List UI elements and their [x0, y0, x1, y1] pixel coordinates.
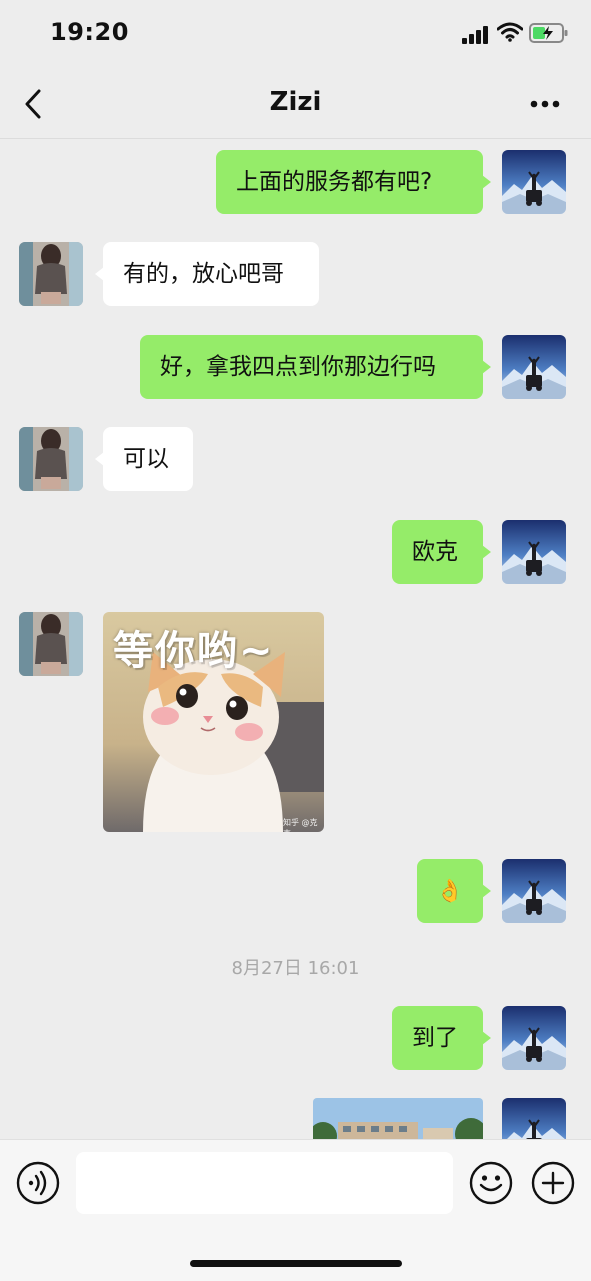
home-indicator[interactable] — [190, 1260, 402, 1267]
outgoing-message-bubble[interactable]: 上面的服务都有吧? — [216, 150, 491, 214]
outgoing-message-bubble[interactable]: 到了 — [392, 1006, 491, 1070]
photo-image — [313, 1098, 483, 1139]
contact-avatar[interactable] — [19, 242, 83, 306]
chat-title: Zizi — [269, 87, 322, 117]
my-avatar[interactable] — [502, 859, 566, 923]
battery-charging-icon — [529, 23, 568, 43]
message-input[interactable] — [76, 1152, 453, 1214]
message-text: 上面的服务都有吧? — [236, 169, 433, 195]
status-time: 19:20 — [50, 18, 129, 46]
sent-photo[interactable] — [313, 1098, 483, 1139]
message-text: 欧克 — [412, 539, 458, 565]
sticker-caption: 等你哟~ — [113, 628, 275, 674]
sticker-watermark: 知乎 @克克 — [283, 818, 318, 832]
ok-hand-emoji: 👌 — [436, 879, 464, 904]
message-text: 到了 — [412, 1025, 458, 1051]
cat-sticker[interactable]: 等你哟~ 知乎 @克克 — [103, 612, 324, 832]
incoming-message-bubble[interactable]: 有的，放心吧哥 — [95, 242, 319, 306]
more-options-icon[interactable] — [530, 100, 560, 108]
my-avatar[interactable] — [502, 520, 566, 584]
chat-header: Zizi — [0, 68, 591, 139]
cellular-signal-icon — [462, 26, 488, 44]
my-avatar[interactable] — [502, 335, 566, 399]
message-text: 有的，放心吧哥 — [123, 261, 284, 287]
outgoing-message-bubble[interactable]: 欧克 — [392, 520, 491, 584]
status-bar: 19:20 — [0, 0, 591, 68]
message-text: 好，拿我四点到你那边行吗 — [160, 354, 436, 380]
outgoing-message-bubble[interactable]: 👌 — [417, 859, 491, 923]
outgoing-message-bubble[interactable]: 好，拿我四点到你那边行吗 — [140, 335, 491, 399]
message-list[interactable]: 上面的服务都有吧? 有的，放心吧哥 好，拿我四点到你那边行吗 可以 欧克 等你哟… — [0, 139, 591, 1139]
chat-timestamp: 8月27日 16:01 — [231, 958, 360, 979]
my-avatar[interactable] — [502, 150, 566, 214]
incoming-message-bubble[interactable]: 可以 — [95, 427, 193, 491]
contact-avatar[interactable] — [19, 612, 83, 676]
contact-avatar[interactable] — [19, 427, 83, 491]
my-avatar[interactable] — [502, 1098, 566, 1139]
emoji-icon[interactable] — [469, 1161, 513, 1205]
voice-input-icon[interactable] — [16, 1161, 60, 1205]
my-avatar[interactable] — [502, 1006, 566, 1070]
add-plus-icon[interactable] — [531, 1161, 575, 1205]
message-text: 可以 — [123, 446, 169, 472]
wifi-icon — [497, 22, 523, 42]
